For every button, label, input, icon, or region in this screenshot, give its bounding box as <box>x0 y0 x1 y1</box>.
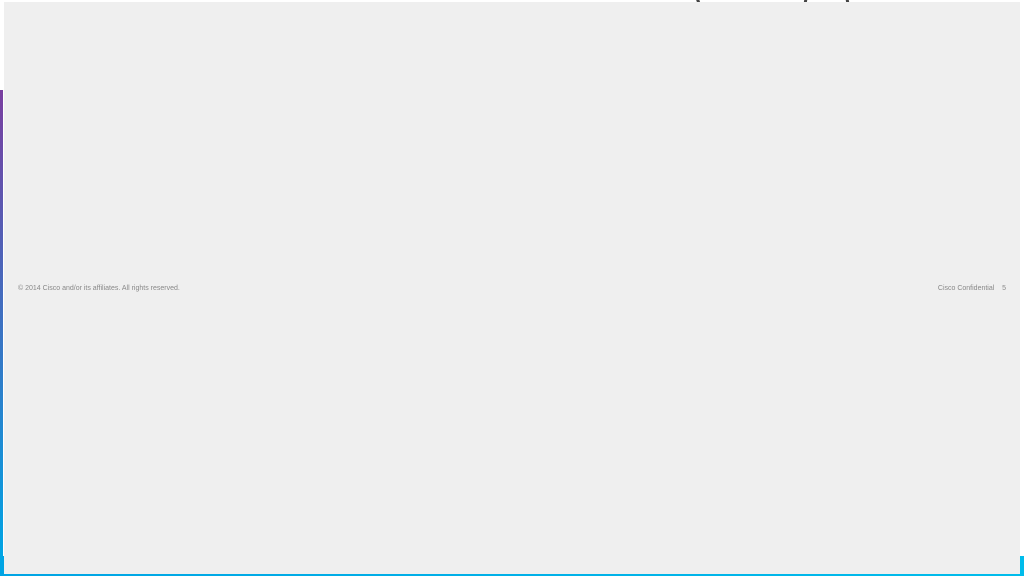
footer: © 2014 Cisco and/or its affiliates. All … <box>4 2 1020 574</box>
copyright: © 2014 Cisco and/or its affiliates. All … <box>18 285 180 292</box>
page-number: 5 <box>1002 285 1006 292</box>
accent-stripe <box>0 90 3 556</box>
confidential-label: Cisco Confidential <box>938 285 994 292</box>
